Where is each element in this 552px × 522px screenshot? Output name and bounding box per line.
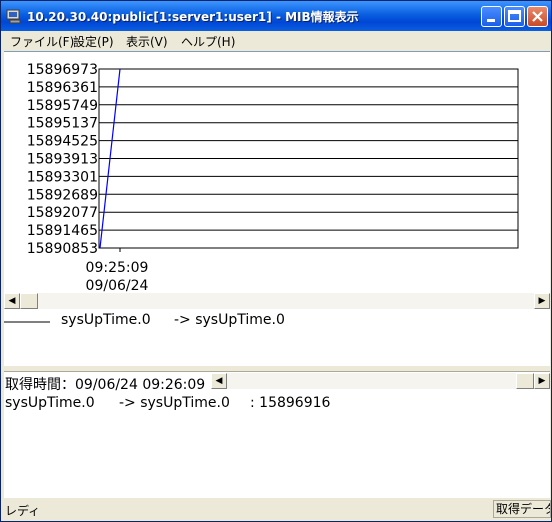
status-bar: レディ 取得データ xyxy=(1,499,551,521)
x-tick-date: 09/06/24 xyxy=(86,278,149,294)
maximize-icon xyxy=(508,10,521,22)
log-scroll-thumb[interactable] xyxy=(516,373,534,389)
maximize-button[interactable] xyxy=(504,6,525,27)
menu-file[interactable]: ファイル(F) xyxy=(10,33,74,50)
y-tick-label: 15895137 xyxy=(27,116,98,132)
scroll-right-button[interactable]: ▶ xyxy=(534,293,550,309)
y-tick-label: 15896361 xyxy=(27,80,98,96)
chart-horizontal-scrollbar[interactable]: ◀ ▶ xyxy=(4,293,550,309)
y-tick-label: 15895749 xyxy=(27,98,98,114)
window: 10.20.30.40:public[1:server1:user1] - MI… xyxy=(0,0,552,522)
log-row-arrow: -> sysUpTime.0 xyxy=(119,395,230,411)
log-scroll-right-button[interactable]: ▶ xyxy=(534,373,550,389)
y-tick-label: 15890853 xyxy=(27,241,98,257)
menu-help[interactable]: ヘルプ(H) xyxy=(181,33,235,50)
status-text: レディ xyxy=(5,504,41,518)
scroll-thumb[interactable] xyxy=(20,293,38,309)
pane-splitter[interactable] xyxy=(4,365,550,372)
legend-arrow-label: -> sysUpTime.0 xyxy=(174,312,285,328)
log-pane: 取得時間：09/06/24 09:26:09 ◀ ▶ sysUpTime.0 -… xyxy=(4,372,550,498)
window-title: 10.20.30.40:public[1:server1:user1] - MI… xyxy=(27,10,359,24)
close-button[interactable] xyxy=(527,6,548,27)
menu-view[interactable]: 表示(V) xyxy=(126,33,168,50)
log-row-name: sysUpTime.0 xyxy=(5,395,95,411)
line-chart: 15896973 15896361 15895749 15895137 15894525… xyxy=(27,62,519,294)
legend-pane: sysUpTime.0 -> sysUpTime.0 xyxy=(4,309,550,365)
close-icon xyxy=(532,11,543,22)
y-tick-label: 15892689 xyxy=(27,187,98,203)
y-tick-label: 15893301 xyxy=(27,169,98,185)
title-bar[interactable]: 10.20.30.40:public[1:server1:user1] - MI… xyxy=(1,1,551,31)
menu-bar: ファイル(F) 設定(P) 表示(V) ヘルプ(H) xyxy=(4,31,550,50)
chart-pane: 15896973 15896361 15895749 15895137 15894525… xyxy=(4,51,550,295)
y-tick-label: 15896973 xyxy=(27,62,98,78)
y-tick-label: 15893913 xyxy=(27,152,98,168)
log-horizontal-scrollbar[interactable]: ◀ ▶ xyxy=(211,373,550,389)
scroll-left-button[interactable]: ◀ xyxy=(4,293,20,309)
x-tick-time: 09:25:09 xyxy=(86,260,149,276)
y-tick-label: 15891465 xyxy=(27,223,98,239)
log-timestamp: 取得時間：09/06/24 09:26:09 xyxy=(5,377,206,393)
minimize-button[interactable] xyxy=(481,6,502,27)
minimize-icon xyxy=(487,19,495,22)
y-tick-label: 15892077 xyxy=(27,205,98,221)
menu-settings[interactable]: 設定(P) xyxy=(73,33,114,50)
log-scroll-left-button[interactable]: ◀ xyxy=(211,373,227,389)
legend-series-name: sysUpTime.0 xyxy=(61,312,151,328)
status-panel: 取得データ xyxy=(493,500,551,518)
app-icon xyxy=(6,9,21,24)
log-row-value: : 15896916 xyxy=(250,395,331,411)
y-tick-label: 15894525 xyxy=(27,134,98,150)
